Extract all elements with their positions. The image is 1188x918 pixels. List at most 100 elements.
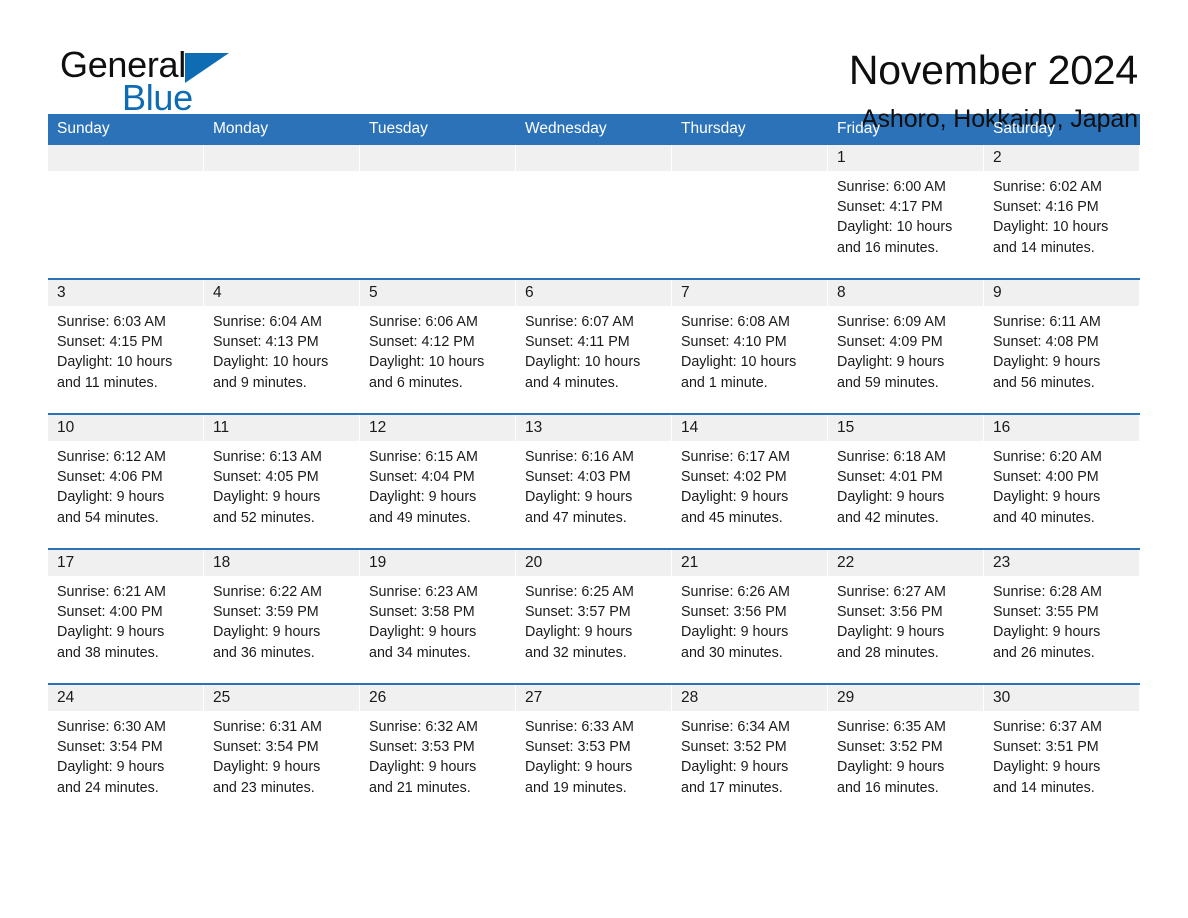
- day-number: 30: [993, 689, 1011, 706]
- day-cell[interactable]: 25 Sunrise: 6:31 AM Sunset: 3:54 PM Dayl…: [204, 685, 360, 818]
- day-cell[interactable]: [672, 145, 828, 278]
- sunset-text: Sunset: 4:03 PM: [525, 469, 631, 486]
- daylight-text-line1: Daylight: 9 hours: [525, 624, 633, 641]
- day-details: Sunrise: 6:28 AM Sunset: 3:55 PM Dayligh…: [984, 576, 1140, 663]
- sunrise-text: Sunrise: 6:22 AM: [213, 584, 322, 600]
- day-cell[interactable]: 7 Sunrise: 6:08 AM Sunset: 4:10 PM Dayli…: [672, 280, 828, 413]
- daylight-text-line1: Daylight: 9 hours: [837, 759, 945, 776]
- daylight-text-line1: Daylight: 10 hours: [525, 354, 641, 371]
- day-cell[interactable]: 9 Sunrise: 6:11 AM Sunset: 4:08 PM Dayli…: [984, 280, 1140, 413]
- sunset-text: Sunset: 4:16 PM: [993, 199, 1099, 216]
- day-number: 14: [681, 419, 699, 436]
- sunset-text: Sunset: 4:02 PM: [681, 469, 787, 486]
- daylight-text-line2: and 38 minutes.: [57, 644, 159, 661]
- sunrise-text: Sunrise: 6:07 AM: [525, 314, 634, 330]
- day-cell[interactable]: 24 Sunrise: 6:30 AM Sunset: 3:54 PM Dayl…: [48, 685, 204, 818]
- day-details: Sunrise: 6:37 AM Sunset: 3:51 PM Dayligh…: [984, 711, 1140, 798]
- day-details: Sunrise: 6:35 AM Sunset: 3:52 PM Dayligh…: [828, 711, 984, 798]
- day-cell[interactable]: 18 Sunrise: 6:22 AM Sunset: 3:59 PM Dayl…: [204, 550, 360, 683]
- day-cell[interactable]: 2 Sunrise: 6:02 AM Sunset: 4:16 PM Dayli…: [984, 145, 1140, 278]
- daylight-text-line2: and 14 minutes.: [993, 239, 1095, 256]
- daylight-text-line2: and 30 minutes.: [681, 644, 783, 661]
- daylight-text-line2: and 24 minutes.: [57, 779, 159, 796]
- day-cell[interactable]: 15 Sunrise: 6:18 AM Sunset: 4:01 PM Dayl…: [828, 415, 984, 548]
- daylight-text-line2: and 47 minutes.: [525, 509, 627, 526]
- day-number-band: 18: [204, 550, 360, 576]
- day-number-band: 3: [48, 280, 204, 306]
- daylight-text-line2: and 11 minutes.: [57, 374, 158, 391]
- day-details: Sunrise: 6:12 AM Sunset: 4:06 PM Dayligh…: [48, 441, 204, 528]
- day-cell[interactable]: 3 Sunrise: 6:03 AM Sunset: 4:15 PM Dayli…: [48, 280, 204, 413]
- day-cell[interactable]: 16 Sunrise: 6:20 AM Sunset: 4:00 PM Dayl…: [984, 415, 1140, 548]
- daylight-text-line1: Daylight: 9 hours: [837, 354, 945, 371]
- day-cell[interactable]: 26 Sunrise: 6:32 AM Sunset: 3:53 PM Dayl…: [360, 685, 516, 818]
- day-details: Sunrise: 6:11 AM Sunset: 4:08 PM Dayligh…: [984, 306, 1140, 393]
- sunset-text: Sunset: 3:57 PM: [525, 604, 631, 621]
- daylight-text-line2: and 23 minutes.: [213, 779, 315, 796]
- day-cell[interactable]: 6 Sunrise: 6:07 AM Sunset: 4:11 PM Dayli…: [516, 280, 672, 413]
- day-cell[interactable]: 5 Sunrise: 6:06 AM Sunset: 4:12 PM Dayli…: [360, 280, 516, 413]
- sunrise-text: Sunrise: 6:25 AM: [525, 584, 634, 600]
- day-cell[interactable]: 22 Sunrise: 6:27 AM Sunset: 3:56 PM Dayl…: [828, 550, 984, 683]
- daylight-text-line1: Daylight: 9 hours: [837, 624, 945, 641]
- day-details: Sunrise: 6:18 AM Sunset: 4:01 PM Dayligh…: [828, 441, 984, 528]
- sunset-text: Sunset: 4:11 PM: [525, 334, 630, 351]
- day-cell[interactable]: 1 Sunrise: 6:00 AM Sunset: 4:17 PM Dayli…: [828, 145, 984, 278]
- day-number-band: 16: [984, 415, 1140, 441]
- daylight-text-line1: Daylight: 9 hours: [213, 759, 321, 776]
- day-details: Sunrise: 6:23 AM Sunset: 3:58 PM Dayligh…: [360, 576, 516, 663]
- week-row: 3 Sunrise: 6:03 AM Sunset: 4:15 PM Dayli…: [48, 278, 1140, 413]
- sunrise-text: Sunrise: 6:21 AM: [57, 584, 166, 600]
- sunrise-text: Sunrise: 6:26 AM: [681, 584, 790, 600]
- day-cell[interactable]: 21 Sunrise: 6:26 AM Sunset: 3:56 PM Dayl…: [672, 550, 828, 683]
- day-cell[interactable]: 29 Sunrise: 6:35 AM Sunset: 3:52 PM Dayl…: [828, 685, 984, 818]
- daylight-text-line2: and 52 minutes.: [213, 509, 315, 526]
- day-cell[interactable]: 17 Sunrise: 6:21 AM Sunset: 4:00 PM Dayl…: [48, 550, 204, 683]
- day-cell[interactable]: 10 Sunrise: 6:12 AM Sunset: 4:06 PM Dayl…: [48, 415, 204, 548]
- sunrise-text: Sunrise: 6:09 AM: [837, 314, 946, 330]
- sunrise-text: Sunrise: 6:12 AM: [57, 449, 166, 465]
- day-details: Sunrise: 6:04 AM Sunset: 4:13 PM Dayligh…: [204, 306, 360, 393]
- day-number: 24: [57, 689, 75, 706]
- calendar-page: General Blue November 2024 Ashoro, Hokka…: [0, 0, 1188, 918]
- sunset-text: Sunset: 4:08 PM: [993, 334, 1099, 351]
- day-cell[interactable]: 30 Sunrise: 6:37 AM Sunset: 3:51 PM Dayl…: [984, 685, 1140, 818]
- day-number: 20: [525, 554, 543, 571]
- day-cell[interactable]: 27 Sunrise: 6:33 AM Sunset: 3:53 PM Dayl…: [516, 685, 672, 818]
- daylight-text-line2: and 6 minutes.: [369, 374, 463, 391]
- day-cell[interactable]: 20 Sunrise: 6:25 AM Sunset: 3:57 PM Dayl…: [516, 550, 672, 683]
- daylight-text-line2: and 54 minutes.: [57, 509, 159, 526]
- day-details: Sunrise: 6:17 AM Sunset: 4:02 PM Dayligh…: [672, 441, 828, 528]
- day-details: Sunrise: 6:20 AM Sunset: 4:00 PM Dayligh…: [984, 441, 1140, 528]
- day-cell[interactable]: 4 Sunrise: 6:04 AM Sunset: 4:13 PM Dayli…: [204, 280, 360, 413]
- daylight-text-line2: and 28 minutes.: [837, 644, 939, 661]
- daylight-text-line2: and 32 minutes.: [525, 644, 627, 661]
- day-number: 15: [837, 419, 855, 436]
- day-number: 11: [213, 419, 230, 436]
- day-cell[interactable]: 23 Sunrise: 6:28 AM Sunset: 3:55 PM Dayl…: [984, 550, 1140, 683]
- day-cell[interactable]: 11 Sunrise: 6:13 AM Sunset: 4:05 PM Dayl…: [204, 415, 360, 548]
- day-cell[interactable]: 28 Sunrise: 6:34 AM Sunset: 3:52 PM Dayl…: [672, 685, 828, 818]
- sunrise-text: Sunrise: 6:18 AM: [837, 449, 946, 465]
- day-details: Sunrise: 6:09 AM Sunset: 4:09 PM Dayligh…: [828, 306, 984, 393]
- day-cell[interactable]: 19 Sunrise: 6:23 AM Sunset: 3:58 PM Dayl…: [360, 550, 516, 683]
- sunset-text: Sunset: 3:54 PM: [213, 739, 319, 756]
- daylight-text-line2: and 21 minutes.: [369, 779, 471, 796]
- day-cell[interactable]: [516, 145, 672, 278]
- sunset-text: Sunset: 3:59 PM: [213, 604, 319, 621]
- day-cell[interactable]: [204, 145, 360, 278]
- day-cell[interactable]: 8 Sunrise: 6:09 AM Sunset: 4:09 PM Dayli…: [828, 280, 984, 413]
- day-number: 26: [369, 689, 387, 706]
- day-cell[interactable]: 14 Sunrise: 6:17 AM Sunset: 4:02 PM Dayl…: [672, 415, 828, 548]
- day-number: 28: [681, 689, 699, 706]
- day-number-band: 7: [672, 280, 828, 306]
- day-cell[interactable]: 13 Sunrise: 6:16 AM Sunset: 4:03 PM Dayl…: [516, 415, 672, 548]
- day-number-band: [48, 145, 204, 171]
- day-cell[interactable]: 12 Sunrise: 6:15 AM Sunset: 4:04 PM Dayl…: [360, 415, 516, 548]
- day-number: 12: [369, 419, 387, 436]
- day-cell[interactable]: [360, 145, 516, 278]
- day-cell[interactable]: [48, 145, 204, 278]
- daylight-text-line1: Daylight: 9 hours: [993, 624, 1101, 641]
- daylight-text-line1: Daylight: 10 hours: [993, 219, 1109, 236]
- sunrise-text: Sunrise: 6:28 AM: [993, 584, 1102, 600]
